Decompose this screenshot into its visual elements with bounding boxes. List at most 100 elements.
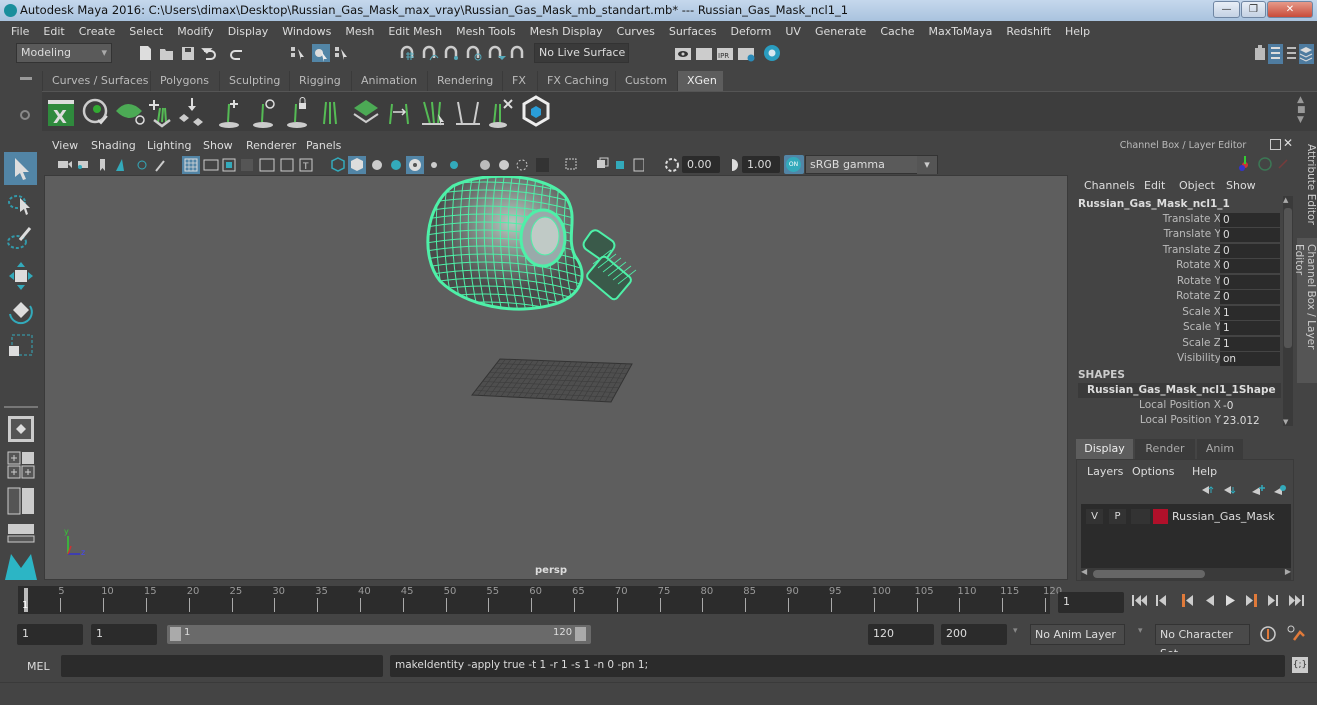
2d-pan-zoom-icon[interactable] <box>137 160 147 170</box>
hypershade-icon[interactable] <box>764 45 780 61</box>
menu-redshift[interactable]: Redshift <box>999 25 1058 38</box>
current-frame-field[interactable]: 1 <box>1058 592 1124 613</box>
vp-menu-lighting[interactable]: Lighting <box>147 139 191 152</box>
menu-mesh-tools[interactable]: Mesh Tools <box>449 25 523 38</box>
camera-views-icon[interactable] <box>597 157 609 168</box>
select-guide-icon[interactable] <box>422 101 444 126</box>
anim-layer-dropdown[interactable]: No Anim Layer <box>1030 624 1125 645</box>
move-tool-icon[interactable] <box>9 262 33 290</box>
script-editor-icon[interactable]: {;} <box>1292 657 1308 673</box>
playback-end-field[interactable]: 120 <box>868 624 934 645</box>
lock-guide-icon[interactable] <box>287 97 307 129</box>
range-slider[interactable]: 1 120 <box>167 625 591 644</box>
camera-attributes-icon[interactable] <box>78 161 88 169</box>
range-start-handle[interactable] <box>170 627 181 641</box>
playback-start-field[interactable]: 1 <box>91 624 157 645</box>
depth-of-field-icon[interactable] <box>536 158 549 172</box>
lasso-tool-icon[interactable] <box>8 195 30 215</box>
add-guide-icon[interactable] <box>149 100 171 128</box>
gate-mask-icon[interactable] <box>241 159 253 171</box>
new-layer-icon[interactable] <box>1274 485 1286 495</box>
layer-visibility-toggle[interactable]: V <box>1086 509 1103 524</box>
time-slider[interactable]: 1 5 10 15 20 25 30 35 40 45 50 55 60 65 70 75 80 85 90 95 1… <box>18 586 1062 614</box>
tab-rendering[interactable]: Rendering <box>427 71 503 91</box>
shape-name[interactable]: Russian_Gas_Mask_ncl1_1Shape <box>1078 383 1281 398</box>
le-menu-options[interactable]: Options <box>1132 465 1174 478</box>
attr-scale-y[interactable]: Scale Y1 <box>1073 321 1283 336</box>
hud-icon[interactable] <box>633 158 644 172</box>
image-plane-icon[interactable] <box>116 159 124 171</box>
guides-icon[interactable] <box>323 101 337 125</box>
region-map-icon[interactable] <box>353 100 379 124</box>
field-chart-icon[interactable] <box>259 158 275 172</box>
redo-icon[interactable] <box>230 50 242 60</box>
single-pane-layout-icon[interactable] <box>8 416 34 442</box>
play-backwards-icon[interactable] <box>1206 595 1214 606</box>
character-set-dropdown[interactable]: No Character Set <box>1155 624 1250 660</box>
shelf-settings-icon[interactable] <box>20 110 30 120</box>
snap-point-icon[interactable] <box>444 45 458 60</box>
layer-type-toggle[interactable] <box>1131 509 1150 524</box>
xgen-editor-icon[interactable]: X <box>48 100 74 128</box>
menu-help[interactable]: Help <box>1058 25 1097 38</box>
layer-row[interactable]: V P Russian_Gas_Mask <box>1083 508 1289 526</box>
step-back-key-icon[interactable] <box>1182 594 1193 607</box>
attr-translate-y[interactable]: Translate Y0 <box>1073 228 1283 243</box>
tab-sculpting[interactable]: Sculpting <box>219 71 290 91</box>
sculpt-guide-icon[interactable] <box>253 99 275 128</box>
shelf-menu-icon[interactable] <box>20 77 32 80</box>
step-forward-key-icon[interactable] <box>1246 594 1257 607</box>
menu-modify[interactable]: Modify <box>170 25 220 38</box>
isolate-select-icon[interactable] <box>565 158 577 170</box>
open-scene-icon[interactable] <box>160 49 173 60</box>
auto-key-icon[interactable] <box>1260 626 1276 642</box>
xgen-preview-icon[interactable] <box>82 98 108 125</box>
menu-mesh[interactable]: Mesh <box>338 25 381 38</box>
close-button[interactable]: ✕ <box>1267 1 1313 18</box>
attr-scale-z[interactable]: Scale Z1 <box>1073 337 1283 352</box>
move-layer-down-icon[interactable] <box>1224 486 1236 494</box>
channelbox-scrollbar[interactable]: ▲ ▼ <box>1283 196 1293 426</box>
attribute-editor-side-tab[interactable]: Attribute Editor <box>1297 138 1317 236</box>
scale-tool-icon[interactable] <box>9 334 33 356</box>
shelf-scroll-arrows[interactable]: ▲ ■ ▼ <box>1297 95 1306 125</box>
live-surface-field[interactable]: No Live Surface <box>534 43 629 63</box>
undo-icon[interactable] <box>201 45 216 60</box>
new-layer-selected-icon[interactable] <box>1252 485 1265 495</box>
manipulator-icon[interactable] <box>1239 156 1248 171</box>
safe-title-icon[interactable]: T <box>299 158 313 172</box>
textured-icon[interactable] <box>391 160 401 170</box>
attr-local-position-y[interactable]: Local Position Y 23.012 <box>1073 414 1283 429</box>
attr-rotate-z[interactable]: Rotate Z0 <box>1073 290 1283 305</box>
hscrollbar-thumb[interactable] <box>1093 570 1205 578</box>
bookmark-icon[interactable] <box>100 159 105 171</box>
start-time-field[interactable]: 1 <box>17 624 83 645</box>
hyper-icon[interactable] <box>1278 159 1288 169</box>
menu-maxtomaya[interactable]: MaxToMaya <box>922 25 1000 38</box>
add-guide-tool-icon[interactable] <box>219 100 239 128</box>
layer-tab-render[interactable]: Render <box>1135 439 1195 459</box>
scroll-down-icon[interactable]: ▼ <box>1283 418 1288 426</box>
cb-menu-object[interactable]: Object <box>1179 179 1215 192</box>
render-current-frame-icon[interactable] <box>696 48 712 60</box>
vp-menu-shading[interactable]: Shading <box>91 139 136 152</box>
scroll-up-icon[interactable]: ▲ <box>1283 196 1288 204</box>
tab-polygons[interactable]: Polygons <box>150 71 218 91</box>
chevron-down-icon[interactable]: ▾ <box>1013 626 1018 636</box>
scroll-left-icon[interactable]: ◀ <box>1081 567 1087 576</box>
grease-pencil-icon[interactable] <box>155 160 165 172</box>
menu-generate[interactable]: Generate <box>808 25 873 38</box>
minimize-button[interactable]: — <box>1213 1 1240 18</box>
attr-local-position-x[interactable]: Local Position X -0 <box>1073 399 1283 414</box>
step-forward-frame-icon[interactable] <box>1268 595 1278 606</box>
menu-curves[interactable]: Curves <box>610 25 662 38</box>
guide-outline-icon[interactable] <box>456 101 480 125</box>
tab-animation[interactable]: Animation <box>351 71 427 91</box>
safe-action-icon[interactable] <box>280 158 294 172</box>
colorspace-dropdown[interactable]: sRGB gamma ▾ <box>805 155 938 174</box>
menu-deform[interactable]: Deform <box>723 25 778 38</box>
scrollbar-thumb[interactable] <box>1284 208 1292 348</box>
flip-guide-icon[interactable] <box>389 103 409 125</box>
exposure-field[interactable]: 0.00 <box>682 156 720 173</box>
menu-surfaces[interactable]: Surfaces <box>662 25 724 38</box>
